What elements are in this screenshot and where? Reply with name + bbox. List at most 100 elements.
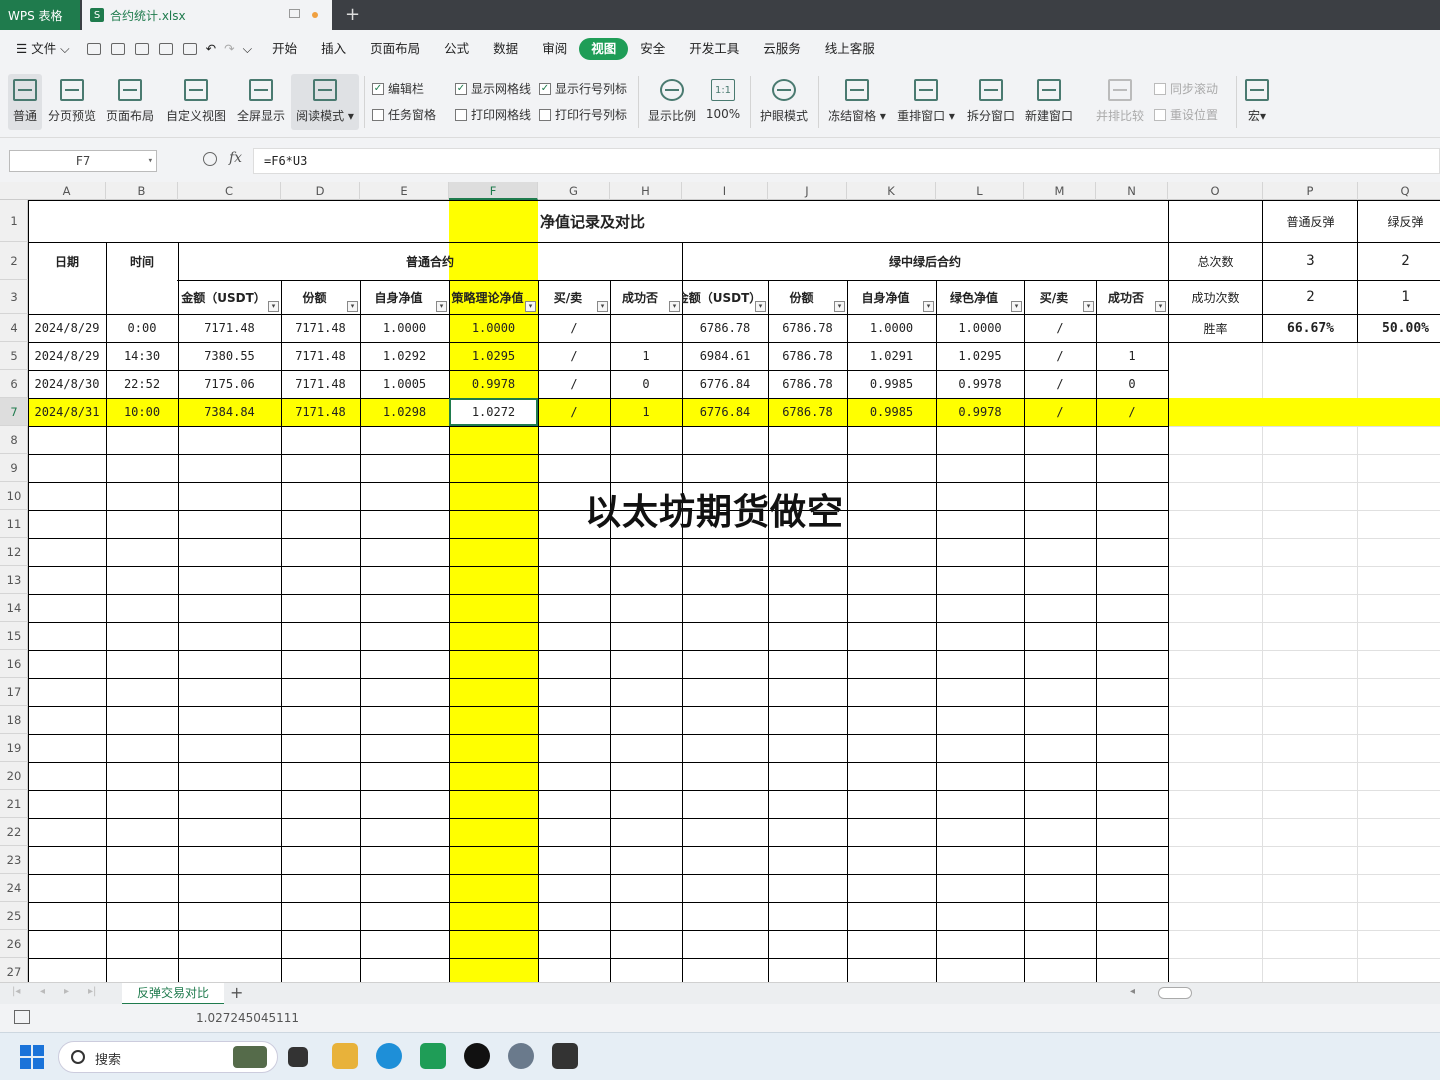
data-cell[interactable]: 1.0000 <box>449 314 538 342</box>
row-header-3[interactable]: 3 <box>0 280 28 314</box>
function-icon[interactable]: fx <box>229 150 242 166</box>
data-cell[interactable] <box>1096 314 1168 342</box>
data-cell[interactable]: 7171.48 <box>178 314 281 342</box>
data-cell[interactable]: 0.9985 <box>847 398 936 426</box>
row-header-8[interactable]: 8 <box>0 426 28 454</box>
split-window-button[interactable]: 拆分窗口 <box>964 74 1018 130</box>
row-header-10[interactable]: 10 <box>0 482 28 510</box>
data-cell[interactable]: 1.0005 <box>360 370 449 398</box>
column-header-f[interactable]: F <box>449 182 538 200</box>
row-header-12[interactable]: 12 <box>0 538 28 566</box>
column-header-p[interactable]: P <box>1263 182 1358 200</box>
data-cell[interactable]: 7171.48 <box>281 370 360 398</box>
customize-icon[interactable]: ⌵ <box>239 38 260 60</box>
open-icon[interactable] <box>86 43 101 55</box>
data-cell[interactable]: 7380.55 <box>178 342 281 370</box>
menu-review[interactable]: 审阅 <box>530 38 579 60</box>
sync-scroll-button[interactable]: 同步滚动 <box>1154 80 1218 97</box>
settings-gear-icon[interactable] <box>508 1043 534 1069</box>
data-cell[interactable]: 1.0298 <box>360 398 449 426</box>
data-cell[interactable]: / <box>1024 314 1096 342</box>
column-header-l[interactable]: L <box>936 182 1024 200</box>
summary-rate-p[interactable]: 66.67% <box>1263 314 1358 342</box>
active-cell-value[interactable]: 1.0272 <box>449 398 538 426</box>
undo-icon[interactable]: ↶ <box>202 38 220 60</box>
summary-total-q[interactable]: 2 <box>1358 242 1440 280</box>
data-cell[interactable]: 1.0295 <box>449 342 538 370</box>
filter-dropdown-icon[interactable]: ▾ <box>268 301 279 312</box>
column-header-c[interactable]: C <box>178 182 281 200</box>
row-header-4[interactable]: 4 <box>0 314 28 342</box>
data-cell[interactable]: 0.9985 <box>847 370 936 398</box>
new-window-button[interactable]: 新建窗口 <box>1022 74 1076 130</box>
data-cell[interactable]: 0.9978 <box>936 398 1024 426</box>
row-header-1[interactable]: 1 <box>0 200 28 242</box>
crypto-app-icon[interactable] <box>464 1043 490 1069</box>
row-header-14[interactable]: 14 <box>0 594 28 622</box>
data-cell[interactable]: 0.9978 <box>449 370 538 398</box>
first-sheet-icon[interactable]: |◂ <box>12 986 20 997</box>
monitor-icon[interactable] <box>289 9 300 18</box>
taskbar-search[interactable]: 搜索 <box>58 1041 278 1073</box>
row-header-7[interactable]: 7 <box>0 398 28 426</box>
row-header-21[interactable]: 21 <box>0 790 28 818</box>
menu-view[interactable]: 视图 <box>579 38 629 60</box>
menu-page-layout[interactable]: 页面布局 <box>358 38 432 60</box>
column-header-d[interactable]: D <box>281 182 360 200</box>
data-cell[interactable]: 1.0292 <box>360 342 449 370</box>
filter-dropdown-icon[interactable]: ▾ <box>1155 301 1166 312</box>
column-header-h[interactable]: H <box>610 182 682 200</box>
data-cell[interactable]: 6786.78 <box>768 342 847 370</box>
task-pane-checkbox[interactable]: 任务窗格 <box>372 106 436 123</box>
row-header-23[interactable]: 23 <box>0 846 28 874</box>
filter-dropdown-icon[interactable]: ▾ <box>669 301 680 312</box>
custom-view-button[interactable]: 自定义视图 <box>164 74 228 130</box>
data-cell[interactable]: 22:52 <box>106 370 178 398</box>
column-subheader[interactable]: 金额（USDT） ▾ <box>682 280 768 314</box>
filter-dropdown-icon[interactable]: ▾ <box>755 301 766 312</box>
windows-start-icon[interactable] <box>20 1045 44 1069</box>
filter-dropdown-icon[interactable]: ▾ <box>525 301 536 312</box>
data-cell[interactable]: 6786.78 <box>768 370 847 398</box>
macro-record-icon[interactable] <box>14 1010 30 1024</box>
freeze-panes-button[interactable]: 冻结窗格 ▾ <box>826 74 888 130</box>
data-cell[interactable]: 7171.48 <box>281 398 360 426</box>
row-header-27[interactable]: 27 <box>0 958 28 982</box>
zoom-100-button[interactable]: 1:1 100% <box>704 74 742 130</box>
print-preview-icon[interactable] <box>182 43 197 55</box>
column-header-a[interactable]: A <box>28 182 106 200</box>
data-cell[interactable]: 1.0000 <box>360 314 449 342</box>
save-icon[interactable] <box>110 43 125 55</box>
column-header-q[interactable]: Q <box>1358 182 1440 200</box>
summary-rate-q[interactable]: 50.00% <box>1358 314 1440 342</box>
row-header-20[interactable]: 20 <box>0 762 28 790</box>
menu-support[interactable]: 线上客服 <box>813 38 887 60</box>
normal-view-button[interactable]: 普通 <box>8 74 42 130</box>
show-headings-checkbox[interactable]: ✓ 显示行号列标 <box>539 80 627 97</box>
print-headings-checkbox[interactable]: 打印行号列标 <box>539 106 627 123</box>
reading-mode-button[interactable]: 阅读模式 ▾ <box>291 74 359 130</box>
data-cell[interactable]: 2024/8/29 <box>28 342 106 370</box>
column-subheader[interactable]: 自身净值 ▾ <box>360 280 449 314</box>
data-cell[interactable]: 1.0291 <box>847 342 936 370</box>
data-cell[interactable]: 1.0000 <box>847 314 936 342</box>
zoom-button[interactable]: 显示比例 <box>646 74 698 130</box>
column-subheader[interactable]: 份额 ▾ <box>281 280 360 314</box>
data-cell[interactable]: 0 <box>610 370 682 398</box>
data-cell[interactable]: 6786.78 <box>768 398 847 426</box>
scroll-left-icon[interactable]: ◂ <box>1130 986 1135 997</box>
arrange-windows-button[interactable]: 重排窗口 ▾ <box>895 74 957 130</box>
prev-sheet-icon[interactable]: ◂ <box>40 986 45 997</box>
data-cell[interactable]: 6786.78 <box>768 314 847 342</box>
row-header-22[interactable]: 22 <box>0 818 28 846</box>
summary-total-p[interactable]: 3 <box>1263 242 1358 280</box>
add-sheet-button[interactable]: + <box>230 983 243 1002</box>
data-cell[interactable]: 0:00 <box>106 314 178 342</box>
column-header-i[interactable]: I <box>682 182 768 200</box>
data-cell[interactable] <box>610 314 682 342</box>
data-cell[interactable]: 0.9978 <box>936 370 1024 398</box>
summary-success-p[interactable]: 2 <box>1263 280 1358 314</box>
filter-dropdown-icon[interactable]: ▾ <box>347 301 358 312</box>
filter-dropdown-icon[interactable]: ▾ <box>834 301 845 312</box>
row-header-19[interactable]: 19 <box>0 734 28 762</box>
